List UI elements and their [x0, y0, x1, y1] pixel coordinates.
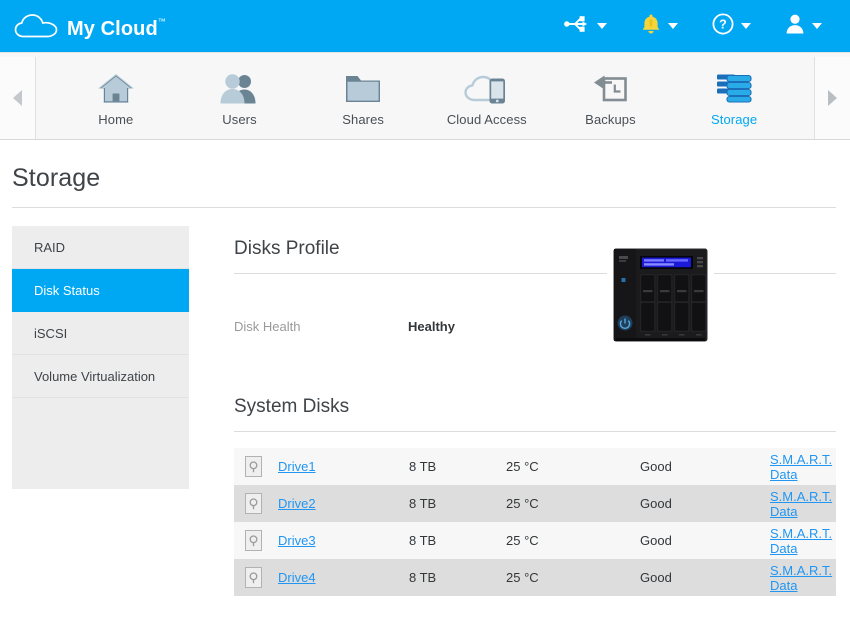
disk-health-row: Disk Health Healthy — [234, 290, 836, 334]
disk-status: Good — [640, 459, 672, 474]
system-disks-heading: System Disks — [234, 396, 350, 417]
nav-tab-list: Home Users Shares Cloud Access Backups S… — [36, 57, 814, 139]
smart-data-link[interactable]: S.M.A.R.T. Data — [770, 452, 832, 482]
system-disks-section: System Disks Drive1 8 TB 25 °C Good S.M.… — [234, 396, 836, 596]
sidebar-filler — [12, 398, 189, 487]
page-body: RAID Disk Status iSCSI Volume Virtualiza… — [0, 208, 850, 596]
bell-icon — [641, 13, 661, 40]
usb-icon — [564, 15, 590, 38]
nav-next-button[interactable] — [814, 57, 850, 139]
disk-temperature: 25 °C — [506, 533, 539, 548]
svg-text:?: ? — [719, 17, 727, 31]
disk-status: Good — [640, 570, 672, 585]
disk-health-value: Healthy — [408, 319, 455, 334]
brand-logo[interactable]: My Cloud ™ — [14, 13, 166, 40]
nav-tab-storage[interactable]: Storage — [691, 69, 777, 127]
disk-size: 8 TB — [409, 459, 437, 474]
help-icon: ? — [712, 12, 734, 40]
sidebar-item-label: Volume Virtualization — [34, 368, 156, 384]
brand-name: My Cloud ™ — [67, 17, 166, 40]
hdd-icon — [245, 456, 262, 477]
disk-health-label: Disk Health — [234, 319, 301, 334]
nav-tab-label: Users — [222, 112, 257, 127]
sidebar-item-label: Disk Status — [34, 282, 100, 298]
chevron-right-icon — [828, 90, 837, 106]
nav-tab-label: Shares — [342, 112, 385, 127]
sidebar-item-disk-status[interactable]: Disk Status — [12, 269, 189, 312]
smart-data-link[interactable]: S.M.A.R.T. Data — [770, 489, 832, 519]
chevron-down-icon — [668, 23, 678, 29]
disk-name-link[interactable]: Drive4 — [278, 570, 316, 585]
trademark-symbol: ™ — [157, 17, 166, 26]
main-navigation: Home Users Shares Cloud Access Backups S… — [0, 52, 850, 140]
nav-tab-label: Backups — [585, 112, 636, 127]
nas-enclosure-image — [607, 246, 714, 349]
usb-devices-menu[interactable] — [564, 15, 607, 38]
disk-status: Good — [640, 496, 672, 511]
sidebar-item-volume-virtualization[interactable]: Volume Virtualization — [12, 355, 189, 398]
hdd-icon — [245, 530, 262, 551]
table-row[interactable]: Drive2 8 TB 25 °C Good S.M.A.R.T. Data — [234, 485, 836, 522]
nav-tab-users[interactable]: Users — [196, 69, 282, 127]
disk-temperature: 25 °C — [506, 570, 539, 585]
nav-tab-backups[interactable]: Backups — [567, 69, 653, 127]
table-row[interactable]: Drive4 8 TB 25 °C Good S.M.A.R.T. Data — [234, 559, 836, 596]
sidebar-item-raid[interactable]: RAID — [12, 226, 189, 269]
folder-icon — [343, 71, 383, 105]
smart-data-link[interactable]: S.M.A.R.T. Data — [770, 526, 832, 556]
user-account-menu[interactable] — [785, 13, 822, 39]
chevron-down-icon — [812, 23, 822, 29]
cloud-icon — [14, 13, 58, 39]
nav-tab-shares[interactable]: Shares — [320, 69, 406, 127]
nav-tab-label: Storage — [710, 112, 758, 127]
nav-tab-home[interactable]: Home — [73, 69, 159, 127]
header-tools: ? — [564, 12, 834, 40]
disk-temperature: 25 °C — [506, 459, 539, 474]
disk-name-link[interactable]: Drive2 — [278, 496, 316, 511]
sidebar-item-label: iSCSI — [34, 325, 68, 341]
disks-profile-divider — [234, 273, 836, 274]
app-header: My Cloud ™ ? — [0, 0, 850, 52]
home-icon — [96, 71, 136, 105]
disk-temperature: 25 °C — [506, 496, 539, 511]
smart-data-link[interactable]: S.M.A.R.T. Data — [770, 563, 832, 593]
nav-tab-label: Cloud Access — [446, 112, 527, 127]
disk-name-link[interactable]: Drive3 — [278, 533, 316, 548]
sidebar-item-iscsi[interactable]: iSCSI — [12, 312, 189, 355]
disk-size: 8 TB — [409, 533, 437, 548]
nav-tab-label: Home — [98, 112, 134, 127]
table-row[interactable]: Drive1 8 TB 25 °C Good S.M.A.R.T. Data — [234, 448, 836, 485]
storage-content: Disks Profile Disk Health Healthy System… — [189, 226, 836, 596]
table-row[interactable]: Drive3 8 TB 25 °C Good S.M.A.R.T. Data — [234, 522, 836, 559]
hdd-icon — [245, 567, 262, 588]
disk-name-link[interactable]: Drive1 — [278, 459, 316, 474]
chevron-down-icon — [597, 23, 607, 29]
disks-profile-section: Disks Profile Disk Health Healthy — [234, 238, 836, 390]
help-menu[interactable]: ? — [712, 12, 751, 40]
system-disks-table: Drive1 8 TB 25 °C Good S.M.A.R.T. Data D… — [234, 448, 836, 596]
hdd-icon — [245, 493, 262, 514]
alerts-menu[interactable] — [641, 13, 678, 40]
chevron-left-icon — [13, 90, 22, 106]
disks-profile-heading: Disks Profile — [234, 238, 340, 259]
users-icon — [218, 71, 260, 105]
disk-status: Good — [640, 533, 672, 548]
cloud-mobile-icon — [464, 71, 510, 105]
nav-prev-button[interactable] — [0, 57, 36, 139]
system-disks-divider — [234, 431, 836, 432]
user-account-icon — [785, 13, 805, 39]
page-title: Storage — [12, 164, 101, 192]
storage-icon — [714, 71, 754, 105]
disk-size: 8 TB — [409, 570, 437, 585]
page-header: Storage — [0, 140, 850, 208]
sidebar-item-label: RAID — [34, 239, 66, 255]
nav-tab-cloud-access[interactable]: Cloud Access — [444, 69, 530, 127]
chevron-down-icon — [741, 23, 751, 29]
backup-icon — [590, 71, 630, 105]
storage-sidebar: RAID Disk Status iSCSI Volume Virtualiza… — [12, 226, 189, 489]
disk-size: 8 TB — [409, 496, 437, 511]
